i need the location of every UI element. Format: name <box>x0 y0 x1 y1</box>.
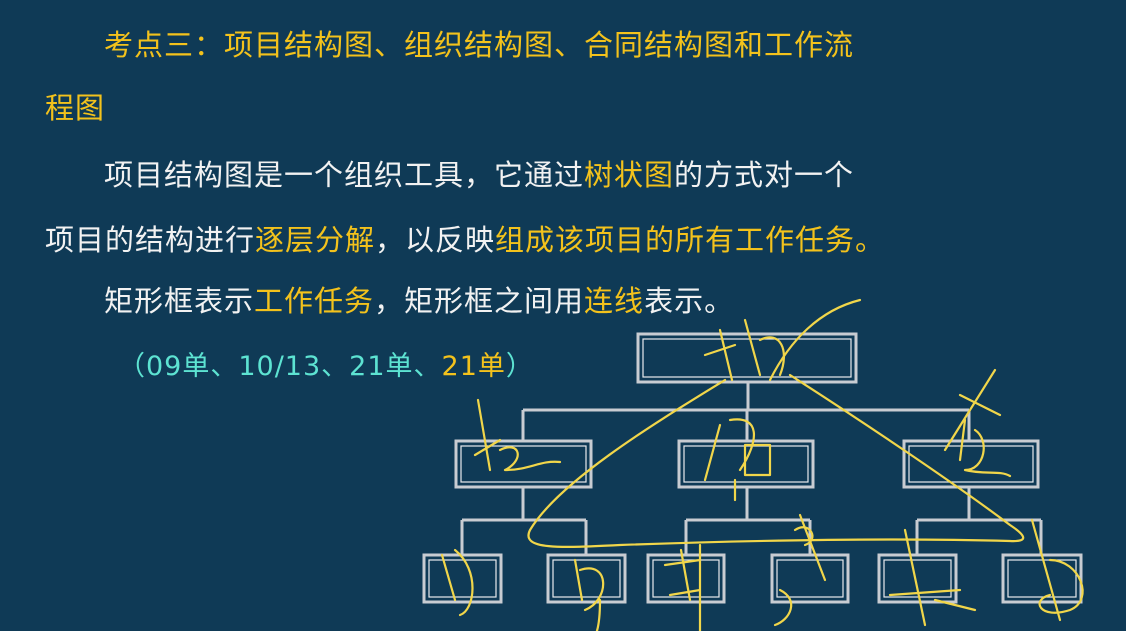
tree-diagram <box>422 298 1084 631</box>
root-box <box>636 332 858 384</box>
connector-root <box>521 382 971 441</box>
handwriting-annotations <box>440 298 1084 631</box>
connectors <box>460 382 1043 555</box>
connector-middle <box>684 487 812 555</box>
connector-right <box>915 487 1043 555</box>
level-3-boxes <box>422 553 1083 604</box>
connector-left <box>460 487 588 555</box>
